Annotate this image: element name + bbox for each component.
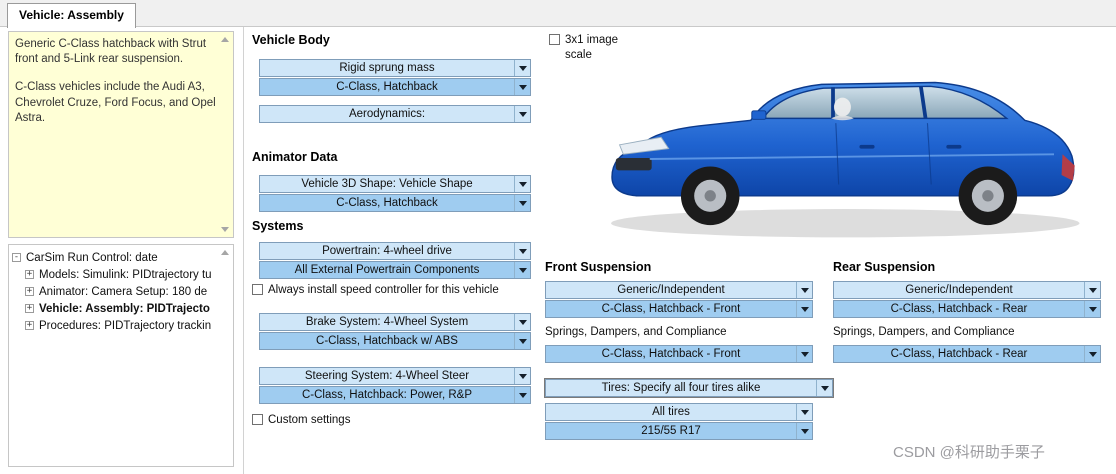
dropdown-arrow-button[interactable] bbox=[514, 106, 530, 122]
brake-dataset-dropdown[interactable]: C-Class, Hatchback w/ ABS bbox=[259, 332, 531, 350]
expand-icon[interactable]: + bbox=[25, 287, 34, 296]
chevron-down-icon bbox=[518, 267, 527, 273]
expand-icon[interactable]: + bbox=[25, 321, 34, 330]
dropdown-arrow-button[interactable] bbox=[514, 195, 530, 211]
chevron-down-icon bbox=[518, 248, 527, 254]
expand-icon[interactable]: + bbox=[25, 270, 34, 279]
tires-type-dropdown[interactable]: Tires: Specify all four tires alike bbox=[545, 379, 833, 397]
tree-item-run-control[interactable]: - CarSim Run Control: date bbox=[12, 249, 231, 266]
chevron-down-icon bbox=[800, 287, 809, 293]
scroll-up-arrow-icon[interactable] bbox=[221, 250, 229, 255]
front-springs-dataset-dropdown[interactable]: C-Class, Hatchback - Front bbox=[545, 345, 813, 363]
dropdown-arrow-button[interactable] bbox=[1084, 301, 1100, 317]
front-suspension-heading: Front Suspension bbox=[545, 260, 652, 274]
dropdown-arrow-button[interactable] bbox=[514, 79, 530, 95]
brake-system-dropdown[interactable]: Brake System: 4-Wheel System bbox=[259, 313, 531, 331]
rear-suspension-dataset-dropdown[interactable]: C-Class, Hatchback - Rear bbox=[833, 300, 1101, 318]
dropdown-arrow-button[interactable] bbox=[514, 368, 530, 384]
checkbox-box[interactable] bbox=[252, 414, 263, 425]
rear-suspension-heading: Rear Suspension bbox=[833, 260, 936, 274]
chevron-down-icon bbox=[820, 385, 829, 391]
tab-vehicle-assembly[interactable]: Vehicle: Assembly bbox=[7, 3, 136, 28]
animator-dataset-dropdown[interactable]: C-Class, Hatchback bbox=[259, 194, 531, 212]
tires-group-dropdown[interactable]: All tires bbox=[545, 403, 813, 421]
chevron-down-icon bbox=[518, 338, 527, 344]
chevron-down-icon bbox=[518, 65, 527, 71]
checkbox-box[interactable] bbox=[549, 34, 560, 45]
dropdown-arrow-button[interactable] bbox=[514, 176, 530, 192]
tree-item-animator[interactable]: + Animator: Camera Setup: 180 de bbox=[12, 283, 231, 300]
run-tree-panel: - CarSim Run Control: date + Models: Sim… bbox=[8, 244, 234, 467]
rear-springs-label: Springs, Dampers, and Compliance bbox=[833, 326, 1015, 338]
dropdown-arrow-button[interactable] bbox=[1084, 282, 1100, 298]
dropdown-arrow-button[interactable] bbox=[514, 314, 530, 330]
powertrain-dropdown[interactable]: Powertrain: 4-wheel drive bbox=[259, 242, 531, 260]
dropdown-arrow-button[interactable] bbox=[796, 282, 812, 298]
vehicle-assembly-screen: Vehicle: Assembly Generic C-Class hatchb… bbox=[0, 0, 1116, 474]
systems-heading: Systems bbox=[252, 219, 304, 233]
vehicle-image bbox=[595, 28, 1105, 256]
custom-settings-checkbox[interactable]: Custom settings bbox=[252, 413, 350, 428]
powertrain-dataset-dropdown[interactable]: All External Powertrain Components bbox=[259, 261, 531, 279]
checkbox-box[interactable] bbox=[252, 284, 263, 295]
expand-icon[interactable]: + bbox=[25, 304, 34, 313]
panel-divider bbox=[243, 27, 244, 474]
chevron-down-icon bbox=[800, 428, 809, 434]
front-springs-label: Springs, Dampers, and Compliance bbox=[545, 326, 727, 338]
chevron-down-icon bbox=[1088, 287, 1097, 293]
speed-controller-checkbox[interactable]: Always install speed controller for this… bbox=[252, 283, 542, 298]
notes-paragraph: Generic C-Class hatchback with Strut fro… bbox=[15, 38, 207, 66]
chevron-down-icon bbox=[518, 319, 527, 325]
scroll-down-arrow-icon[interactable] bbox=[221, 227, 229, 232]
notes-panel[interactable]: Generic C-Class hatchback with Strut fro… bbox=[8, 31, 234, 238]
steering-dataset-dropdown[interactable]: C-Class, Hatchback: Power, R&P bbox=[259, 386, 531, 404]
front-suspension-dataset-dropdown[interactable]: C-Class, Hatchback - Front bbox=[545, 300, 813, 318]
scroll-up-arrow-icon[interactable] bbox=[221, 37, 229, 42]
dropdown-arrow-button[interactable] bbox=[796, 423, 812, 439]
dropdown-arrow-button[interactable] bbox=[816, 380, 832, 396]
chevron-down-icon bbox=[800, 409, 809, 415]
vehicle-body-heading: Vehicle Body bbox=[252, 33, 330, 47]
chevron-down-icon bbox=[518, 392, 527, 398]
chevron-down-icon bbox=[518, 111, 527, 117]
chevron-down-icon bbox=[800, 351, 809, 357]
dropdown-arrow-button[interactable] bbox=[514, 262, 530, 278]
dropdown-arrow-button[interactable] bbox=[514, 333, 530, 349]
steering-system-dropdown[interactable]: Steering System: 4-Wheel Steer bbox=[259, 367, 531, 385]
tree-item-models[interactable]: + Models: Simulink: PIDtrajectory tu bbox=[12, 266, 231, 283]
animator-shape-dropdown[interactable]: Vehicle 3D Shape: Vehicle Shape bbox=[259, 175, 531, 193]
vehicle-body-dataset-dropdown[interactable]: C-Class, Hatchback bbox=[259, 78, 531, 96]
rear-springs-dataset-dropdown[interactable]: C-Class, Hatchback - Rear bbox=[833, 345, 1101, 363]
watermark-text: CSDN @科研助手栗子 bbox=[893, 444, 1045, 461]
dropdown-arrow-button[interactable] bbox=[514, 60, 530, 76]
rear-suspension-type-dropdown[interactable]: Generic/Independent bbox=[833, 281, 1101, 299]
dropdown-arrow-button[interactable] bbox=[1084, 346, 1100, 362]
tree-item-vehicle-assembly[interactable]: + Vehicle: Assembly: PIDTrajecto bbox=[12, 300, 231, 317]
chevron-down-icon bbox=[1088, 306, 1097, 312]
notes-paragraph: C-Class vehicles include the Audi A3, Ch… bbox=[15, 81, 216, 124]
dropdown-arrow-button[interactable] bbox=[514, 387, 530, 403]
aerodynamics-dropdown[interactable]: Aerodynamics: bbox=[259, 105, 531, 123]
chevron-down-icon bbox=[1088, 351, 1097, 357]
chevron-down-icon bbox=[518, 181, 527, 187]
chevron-down-icon bbox=[518, 84, 527, 90]
dropdown-arrow-button[interactable] bbox=[796, 404, 812, 420]
animator-data-heading: Animator Data bbox=[252, 150, 338, 164]
collapse-icon[interactable]: - bbox=[12, 253, 21, 262]
tire-size-dropdown[interactable]: 215/55 R17 bbox=[545, 422, 813, 440]
chevron-down-icon bbox=[800, 306, 809, 312]
chevron-down-icon bbox=[518, 200, 527, 206]
vehicle-body-type-dropdown[interactable]: Rigid sprung mass bbox=[259, 59, 531, 77]
front-suspension-type-dropdown[interactable]: Generic/Independent bbox=[545, 281, 813, 299]
dropdown-arrow-button[interactable] bbox=[796, 346, 812, 362]
dropdown-arrow-button[interactable] bbox=[796, 301, 812, 317]
tree-item-procedures[interactable]: + Procedures: PIDTrajectory trackin bbox=[12, 317, 231, 334]
dropdown-arrow-button[interactable] bbox=[514, 243, 530, 259]
tab-strip bbox=[0, 0, 1116, 27]
chevron-down-icon bbox=[518, 373, 527, 379]
